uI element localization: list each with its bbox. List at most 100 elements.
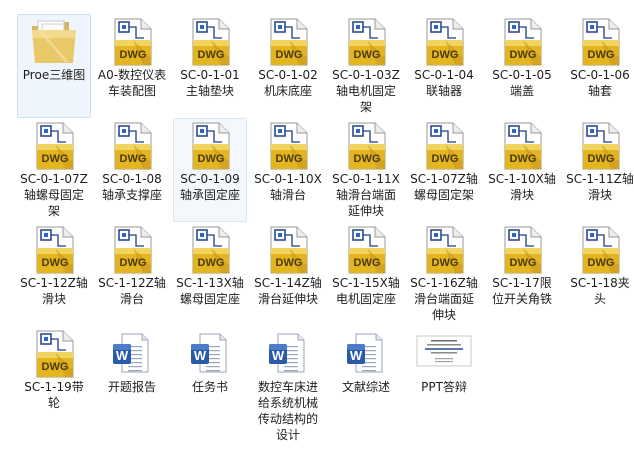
svg-text:DWG: DWG bbox=[276, 153, 303, 165]
svg-text:DWG: DWG bbox=[42, 361, 69, 373]
svg-text:DWG: DWG bbox=[354, 153, 381, 165]
svg-text:DWG: DWG bbox=[120, 49, 147, 61]
folder-icon bbox=[18, 18, 90, 70]
svg-text:DWG: DWG bbox=[354, 49, 381, 61]
file-label: SC-0-1-10X轴滑台 bbox=[254, 172, 322, 202]
file-label: SC-1-07Z轴螺母固定架 bbox=[410, 172, 478, 202]
file-label: PPT答辩 bbox=[421, 380, 467, 394]
file-item[interactable]: DWG SC-1-10X轴滑块 bbox=[485, 118, 559, 222]
file-label: 数控车床进给系统机械传动结构的设计 bbox=[257, 380, 318, 442]
svg-text:W: W bbox=[194, 348, 207, 363]
file-label: SC-0-1-08轴承支撑座 bbox=[101, 172, 162, 202]
svg-text:DWG: DWG bbox=[42, 153, 69, 165]
file-item[interactable]: DWG SC-0-1-10X轴滑台 bbox=[251, 118, 325, 222]
dwg-file-icon: DWG bbox=[408, 18, 480, 70]
file-label: SC-0-1-04联轴器 bbox=[414, 68, 474, 98]
file-item[interactable]: DWG SC-0-1-07Z轴螺母固定架 bbox=[17, 118, 91, 222]
file-item[interactable]: W 任务书 bbox=[173, 326, 247, 430]
file-item[interactable]: DWG A0-数控仪表车装配图 bbox=[95, 14, 169, 118]
file-item[interactable]: DWG SC-0-1-05端盖 bbox=[485, 14, 559, 118]
dwg-file-icon: DWG bbox=[564, 18, 634, 70]
file-item[interactable]: DWG SC-1-16Z轴滑台端面延伸块 bbox=[407, 222, 481, 326]
file-label: A0-数控仪表车装配图 bbox=[97, 68, 167, 98]
dwg-file-icon: DWG bbox=[252, 226, 324, 278]
file-item[interactable]: W 数控车床进给系统机械传动结构的设计 bbox=[251, 326, 325, 442]
file-label: SC-1-12Z轴滑台 bbox=[98, 276, 166, 306]
dwg-file-icon: DWG bbox=[486, 18, 558, 70]
file-label: SC-0-1-11X轴滑台端面延伸块 bbox=[332, 172, 400, 218]
file-item[interactable]: PPT答辩 bbox=[407, 326, 481, 430]
word-doc-icon: W bbox=[330, 330, 402, 382]
svg-text:DWG: DWG bbox=[510, 49, 537, 61]
svg-text:DWG: DWG bbox=[354, 257, 381, 269]
file-item[interactable]: DWG SC-1-19带轮 bbox=[17, 326, 91, 430]
svg-text:DWG: DWG bbox=[276, 49, 303, 61]
svg-text:DWG: DWG bbox=[510, 153, 537, 165]
file-label: SC-1-11Z轴滑块 bbox=[566, 172, 634, 202]
file-label: SC-0-1-03Z轴电机固定架 bbox=[332, 68, 400, 114]
file-label: SC-1-13X轴螺母固定座 bbox=[176, 276, 244, 306]
dwg-file-icon: DWG bbox=[330, 122, 402, 174]
dwg-file-icon: DWG bbox=[18, 330, 90, 382]
file-item[interactable]: DWG SC-0-1-01主轴垫块 bbox=[173, 14, 247, 118]
file-item[interactable]: Proe三维图 bbox=[17, 14, 91, 118]
dwg-file-icon: DWG bbox=[330, 18, 402, 70]
file-item[interactable]: DWG SC-0-1-04联轴器 bbox=[407, 14, 481, 118]
dwg-file-icon: DWG bbox=[486, 122, 558, 174]
word-doc-icon: W bbox=[174, 330, 246, 382]
file-item[interactable]: DWG SC-1-07Z轴螺母固定架 bbox=[407, 118, 481, 222]
dwg-file-icon: DWG bbox=[486, 226, 558, 278]
file-item[interactable]: DWG SC-1-12Z轴滑块 bbox=[17, 222, 91, 326]
file-item[interactable]: DWG SC-1-12Z轴滑台 bbox=[95, 222, 169, 326]
dwg-file-icon: DWG bbox=[18, 226, 90, 278]
file-item[interactable]: DWG SC-0-1-09轴承固定座 bbox=[173, 118, 247, 222]
dwg-file-icon: DWG bbox=[18, 122, 90, 174]
file-label: SC-0-1-01主轴垫块 bbox=[180, 68, 240, 98]
file-item[interactable]: DWG SC-0-1-06轴套 bbox=[563, 14, 634, 118]
file-item[interactable]: DWG SC-0-1-11X轴滑台端面延伸块 bbox=[329, 118, 403, 222]
svg-text:DWG: DWG bbox=[276, 257, 303, 269]
file-label: SC-1-12Z轴滑块 bbox=[20, 276, 88, 306]
dwg-file-icon: DWG bbox=[174, 226, 246, 278]
dwg-file-icon: DWG bbox=[564, 122, 634, 174]
dwg-file-icon: DWG bbox=[96, 18, 168, 70]
file-label: SC-1-18夹头 bbox=[570, 276, 630, 306]
svg-text:W: W bbox=[116, 348, 129, 363]
dwg-file-icon: DWG bbox=[174, 18, 246, 70]
file-item[interactable]: DWG SC-0-1-02机床底座 bbox=[251, 14, 325, 118]
svg-text:DWG: DWG bbox=[432, 49, 459, 61]
file-label: SC-0-1-09轴承固定座 bbox=[179, 172, 240, 202]
file-item[interactable]: DWG SC-0-1-08轴承支撑座 bbox=[95, 118, 169, 222]
dwg-file-icon: DWG bbox=[408, 122, 480, 174]
file-label: SC-1-10X轴滑块 bbox=[488, 172, 556, 202]
word-doc-icon: W bbox=[96, 330, 168, 382]
word-doc-icon: W bbox=[252, 330, 324, 382]
svg-text:DWG: DWG bbox=[510, 257, 537, 269]
file-label: SC-0-1-07Z轴螺母固定架 bbox=[20, 172, 88, 218]
file-item[interactable]: DWG SC-0-1-03Z轴电机固定架 bbox=[329, 14, 403, 118]
file-item[interactable]: W 文献综述 bbox=[329, 326, 403, 430]
file-label: Proe三维图 bbox=[22, 68, 86, 82]
svg-text:DWG: DWG bbox=[588, 153, 615, 165]
file-label: SC-1-17限位开关角铁 bbox=[491, 276, 552, 306]
file-item[interactable]: DWG SC-1-18夹头 bbox=[563, 222, 634, 326]
file-item[interactable]: W 开题报告 bbox=[95, 326, 169, 430]
dwg-file-icon: DWG bbox=[96, 122, 168, 174]
svg-text:DWG: DWG bbox=[120, 257, 147, 269]
file-item[interactable]: DWG SC-1-17限位开关角铁 bbox=[485, 222, 559, 326]
file-item[interactable]: DWG SC-1-14Z轴滑台延伸块 bbox=[251, 222, 325, 326]
file-label: SC-0-1-05端盖 bbox=[492, 68, 552, 98]
svg-text:DWG: DWG bbox=[588, 49, 615, 61]
file-item[interactable]: DWG SC-1-11Z轴滑块 bbox=[563, 118, 634, 222]
file-item[interactable]: DWG SC-1-13X轴螺母固定座 bbox=[173, 222, 247, 326]
svg-text:DWG: DWG bbox=[588, 257, 615, 269]
file-label: 任务书 bbox=[191, 380, 228, 394]
file-item[interactable]: DWG SC-1-15X轴电机固定座 bbox=[329, 222, 403, 326]
svg-text:DWG: DWG bbox=[120, 153, 147, 165]
dwg-file-icon: DWG bbox=[252, 122, 324, 174]
svg-text:W: W bbox=[350, 348, 363, 363]
file-label: SC-1-19带轮 bbox=[24, 380, 84, 410]
svg-text:DWG: DWG bbox=[198, 49, 225, 61]
svg-text:DWG: DWG bbox=[42, 257, 69, 269]
file-label: SC-1-15X轴电机固定座 bbox=[332, 276, 400, 306]
